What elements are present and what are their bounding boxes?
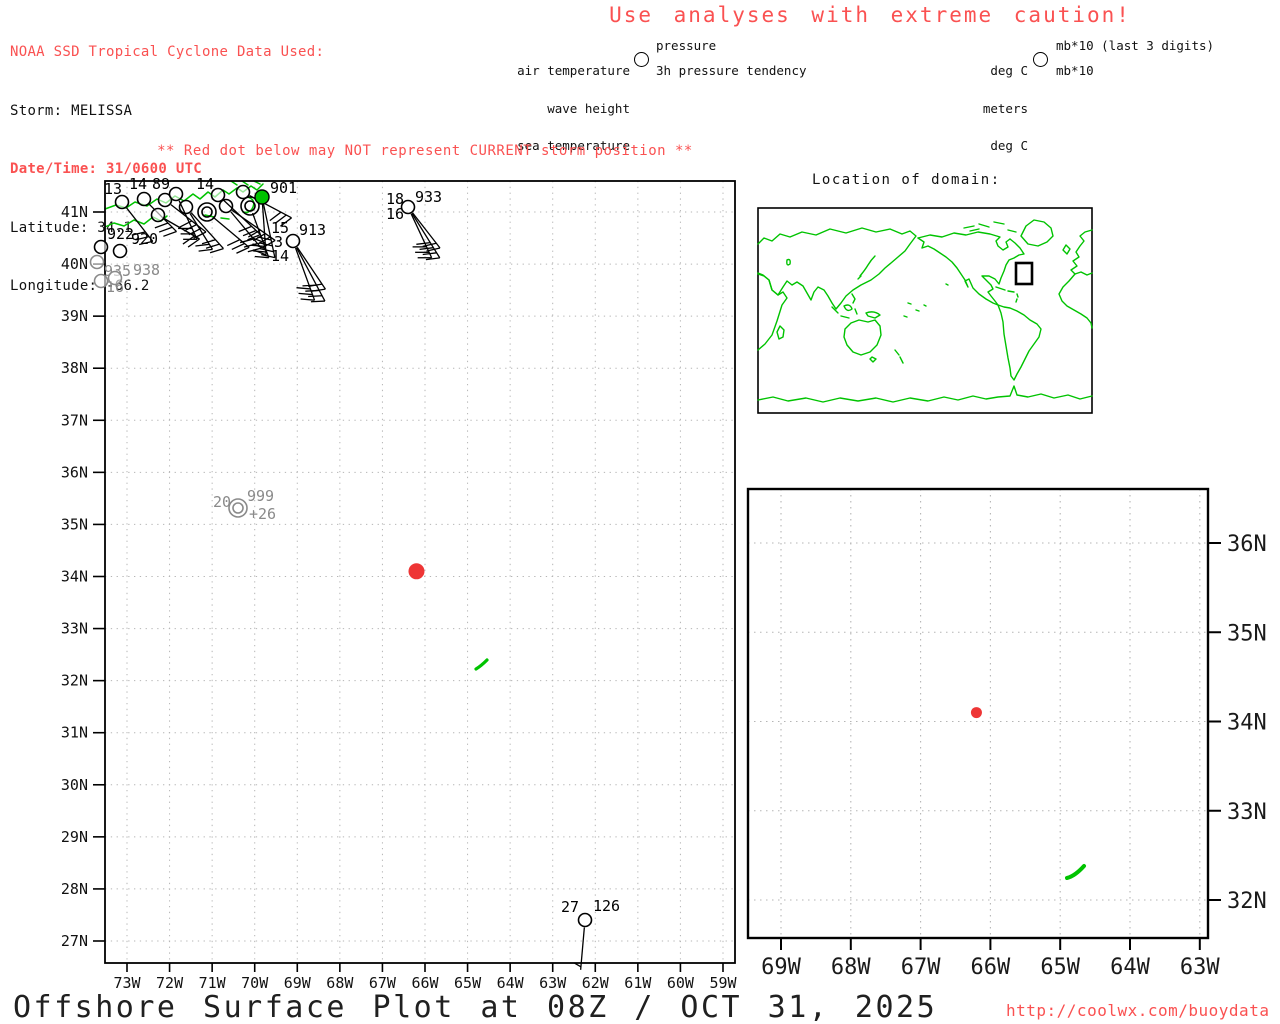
zoom-map-axes: 69W 68W 67W 66W 65W 64W 63W 36N 35N 34N 33N 32N xyxy=(761,532,1267,980)
lat-label: 41N xyxy=(61,203,88,221)
main-map: 73W 72W 71W 70W 69W 68W 67W 66W 65W 64W 63W 62W 61W 6… xyxy=(61,175,738,992)
zoom-lon-label: 64W xyxy=(1110,955,1150,980)
station-plot xyxy=(178,199,224,254)
station-value: 920 xyxy=(131,230,158,248)
plot-title: Offshore Surface Plot at 08Z / OCT 31, 2… xyxy=(13,990,938,1024)
offshore-surface-plot-page: NOAA SSD Tropical Cyclone Data Used: Sto… xyxy=(0,0,1280,1024)
plot-canvas: 73W 72W 71W 70W 69W 68W 67W 66W 65W 64W 63W 62W 61W 6… xyxy=(61,175,1267,992)
zoom-lon-label: 63W xyxy=(1180,955,1220,980)
station-value: 13 xyxy=(104,180,122,198)
station-value: 938 xyxy=(133,261,160,279)
station-value: 89 xyxy=(152,175,170,193)
station-plot xyxy=(89,254,105,270)
bermuda-island-zoom xyxy=(1065,864,1086,880)
green-station-dot xyxy=(254,189,270,205)
main-map-axes: 73W 72W 71W 70W 69W 68W 67W 66W 65W 64W 63W 62W 61W 6… xyxy=(61,203,738,992)
station-plot xyxy=(218,198,276,253)
station-value: 901 xyxy=(270,179,297,197)
station-value: 20 xyxy=(213,493,231,511)
lat-label: 39N xyxy=(61,307,88,325)
lat-label: 32N xyxy=(61,672,88,690)
lat-label: 35N xyxy=(61,515,88,533)
station-value: 933 xyxy=(415,188,442,206)
lat-label: 29N xyxy=(61,828,88,846)
main-map-stations: 13 14 89 14 90115 91331418 9331692292093516938… xyxy=(89,175,620,970)
storm-position-dot-zoom xyxy=(970,707,982,719)
lat-label: 33N xyxy=(61,620,88,638)
zoom-lat-label: 35N xyxy=(1227,621,1267,646)
station-plot: 27 126 xyxy=(561,897,620,970)
lat-label: 36N xyxy=(61,463,88,481)
bermuda-island-main xyxy=(474,658,489,671)
station-value: 27 xyxy=(561,898,579,916)
lat-label: 30N xyxy=(61,776,88,794)
zoom-lon-label: 67W xyxy=(901,955,941,980)
station-value: 14 xyxy=(129,175,147,193)
zoom-lat-label: 32N xyxy=(1227,889,1267,914)
lat-label: 40N xyxy=(61,255,88,273)
station-plot: 18 93316 xyxy=(386,188,442,261)
lat-label: 38N xyxy=(61,359,88,377)
domain-locator-map xyxy=(757,207,1093,414)
station-value: 14 xyxy=(271,247,289,265)
zoomed-domain-map: 69W 68W 67W 66W 65W 64W 63W 36N 35N 34N 33N 32N xyxy=(746,487,1267,980)
station-value: 16 xyxy=(386,205,404,223)
zoom-lon-label: 68W xyxy=(831,955,871,980)
domain-map-frame xyxy=(757,207,1093,414)
zoom-lat-label: 34N xyxy=(1227,711,1267,736)
lat-label: 31N xyxy=(61,724,88,742)
station-value: 999 xyxy=(247,487,274,505)
lat-label: 27N xyxy=(61,932,88,950)
station-value: 14 xyxy=(196,175,214,193)
lat-label: 37N xyxy=(61,411,88,429)
station-value: 913 xyxy=(299,221,326,239)
zoom-lat-label: 36N xyxy=(1227,532,1267,557)
storm-position-dot-main xyxy=(408,563,425,580)
lat-label: 28N xyxy=(61,880,88,898)
source-url-link[interactable]: http://coolwx.com/buoydata xyxy=(1006,1001,1269,1020)
zoom-lon-label: 69W xyxy=(761,955,801,980)
lat-label: 34N xyxy=(61,567,88,585)
zoom-lon-label: 65W xyxy=(1040,955,1080,980)
station-plot: 20 999+26 xyxy=(213,487,276,523)
domain-extent-rectangle xyxy=(1014,261,1034,286)
world-coastlines xyxy=(757,219,1093,403)
station-value: +26 xyxy=(249,505,276,523)
zoom-lat-label: 33N xyxy=(1227,800,1267,825)
zoom-lon-label: 66W xyxy=(971,955,1011,980)
station-plot: 15 913314 xyxy=(271,219,326,303)
station-value: 126 xyxy=(593,897,620,915)
